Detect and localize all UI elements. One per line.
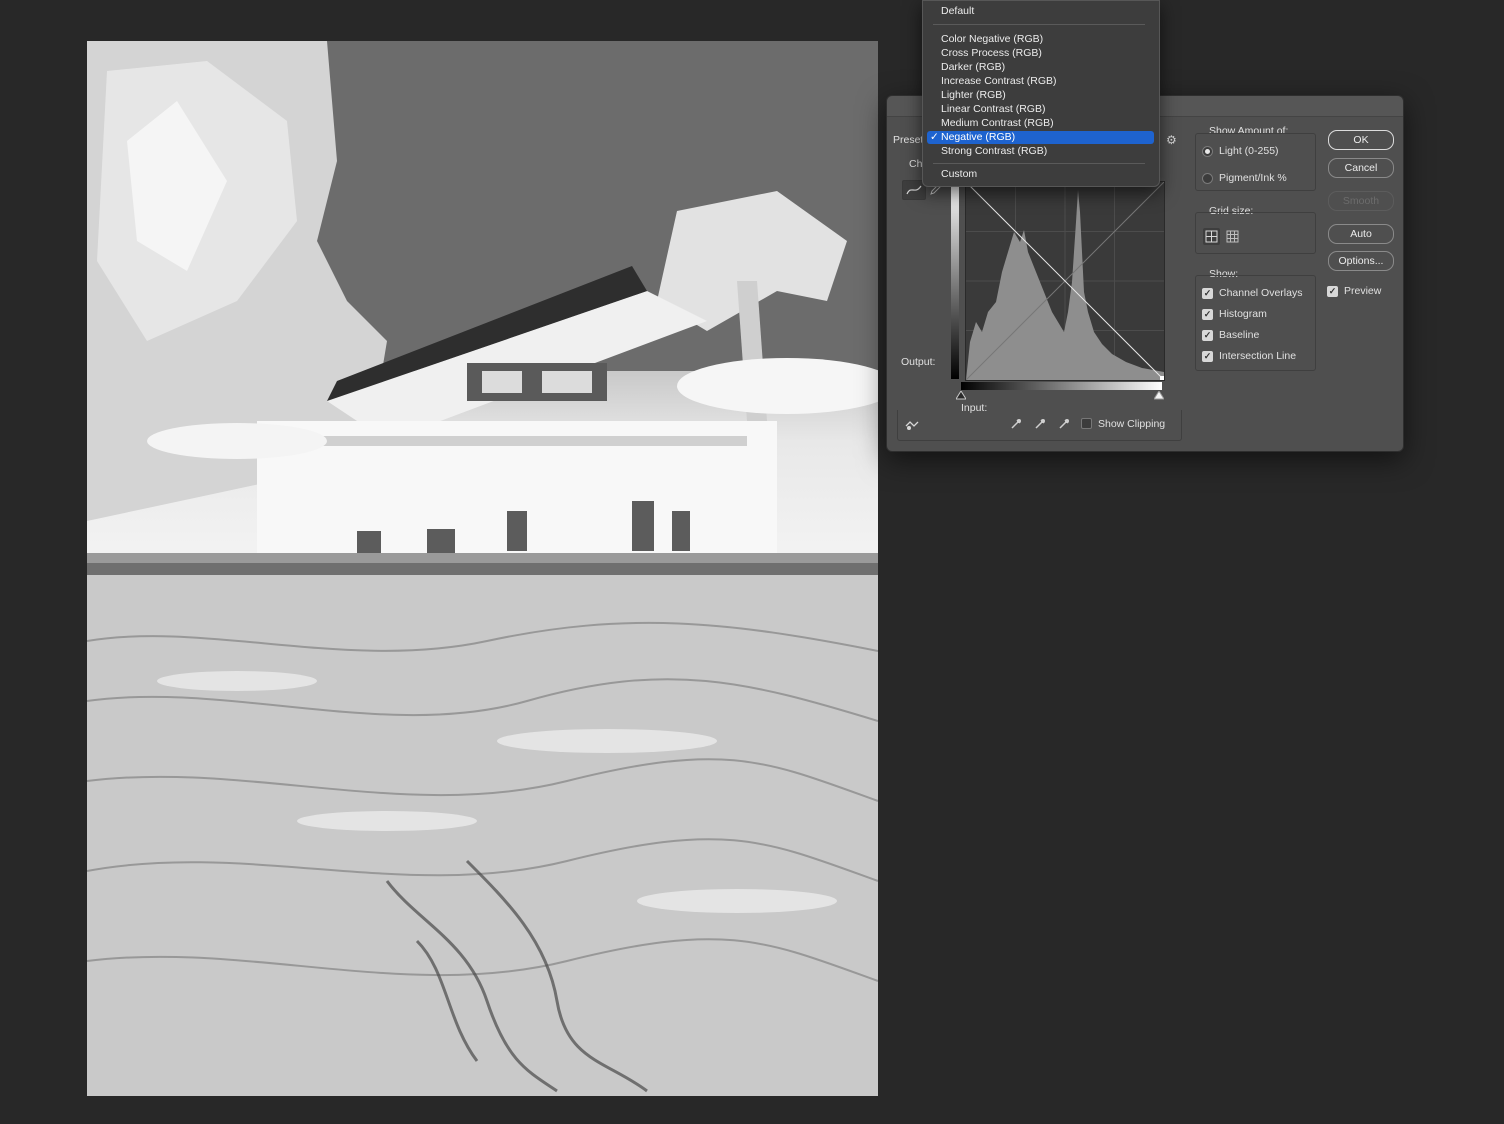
cancel-button[interactable]: Cancel [1328,158,1394,178]
histogram-label: Histogram [1219,308,1267,320]
gear-icon[interactable]: ⚙ [1166,133,1177,147]
pigment-radio-label: Pigment/Ink % [1219,172,1287,184]
checkmark-icon: ✓ [930,131,939,143]
curve-tools-group [897,410,1182,441]
ok-button[interactable]: OK [1328,130,1394,150]
menu-item-strong-contrast[interactable]: Strong Contrast (RGB) [941,145,1047,157]
menu-item-lighter[interactable]: Lighter (RGB) [941,89,1006,101]
smooth-button[interactable]: Smooth [1328,191,1394,211]
auto-button[interactable]: Auto [1328,224,1394,244]
menu-item-negative[interactable]: Negative (RGB) [941,131,1015,143]
baseline-checkbox[interactable]: ✓ [1202,330,1213,341]
light-radio[interactable] [1202,146,1213,157]
menu-item-medium-contrast[interactable]: Medium Contrast (RGB) [941,117,1054,129]
document-canvas-image [87,41,878,1096]
pigment-radio[interactable] [1202,173,1213,184]
menu-separator [933,24,1145,25]
baseline-label: Baseline [1219,329,1260,341]
curve-graph[interactable] [965,181,1165,381]
light-radio-label: Light (0-255) [1219,145,1279,157]
preset-dropdown-menu: Default Color Negative (RGB) Cross Proce… [922,0,1160,187]
grid-4x4-icon [1205,230,1218,243]
preset-label: Preset [893,134,924,146]
menu-separator [933,163,1145,164]
output-gradient-bar [951,183,959,379]
output-label: Output: [901,356,936,368]
channel-overlays-checkbox[interactable]: ✓ [1202,288,1213,299]
menu-item-linear-contrast[interactable]: Linear Contrast (RGB) [941,103,1045,115]
menu-item-color-negative[interactable]: Color Negative (RGB) [941,33,1043,45]
inverted-photo-artwork [87,41,878,1096]
black-point-slider[interactable] [956,391,966,400]
preview-checkbox[interactable]: ✓ [1327,286,1338,297]
channel-overlays-label: Channel Overlays [1219,287,1303,299]
menu-item-darker[interactable]: Darker (RGB) [941,61,1005,73]
menu-item-default[interactable]: Default [941,5,974,17]
intersection-line-checkbox[interactable]: ✓ [1202,351,1213,362]
options-button[interactable]: Options... [1328,251,1394,271]
channel-label: Ch [909,158,923,170]
intersection-line-label: Intersection Line [1219,350,1297,362]
menu-item-cross-process[interactable]: Cross Process (RGB) [941,47,1042,59]
menu-item-custom[interactable]: Custom [941,168,977,180]
preview-label: Preview [1344,285,1382,297]
white-point-slider[interactable] [1154,391,1164,400]
histogram-curve-plot [966,182,1164,380]
grid-10x10-icon[interactable] [1224,228,1241,245]
menu-item-increase-contrast[interactable]: Increase Contrast (RGB) [941,75,1057,87]
grid-4x4-button[interactable] [1203,228,1220,245]
histogram-checkbox[interactable]: ✓ [1202,309,1213,320]
input-gradient-bar [961,382,1162,390]
